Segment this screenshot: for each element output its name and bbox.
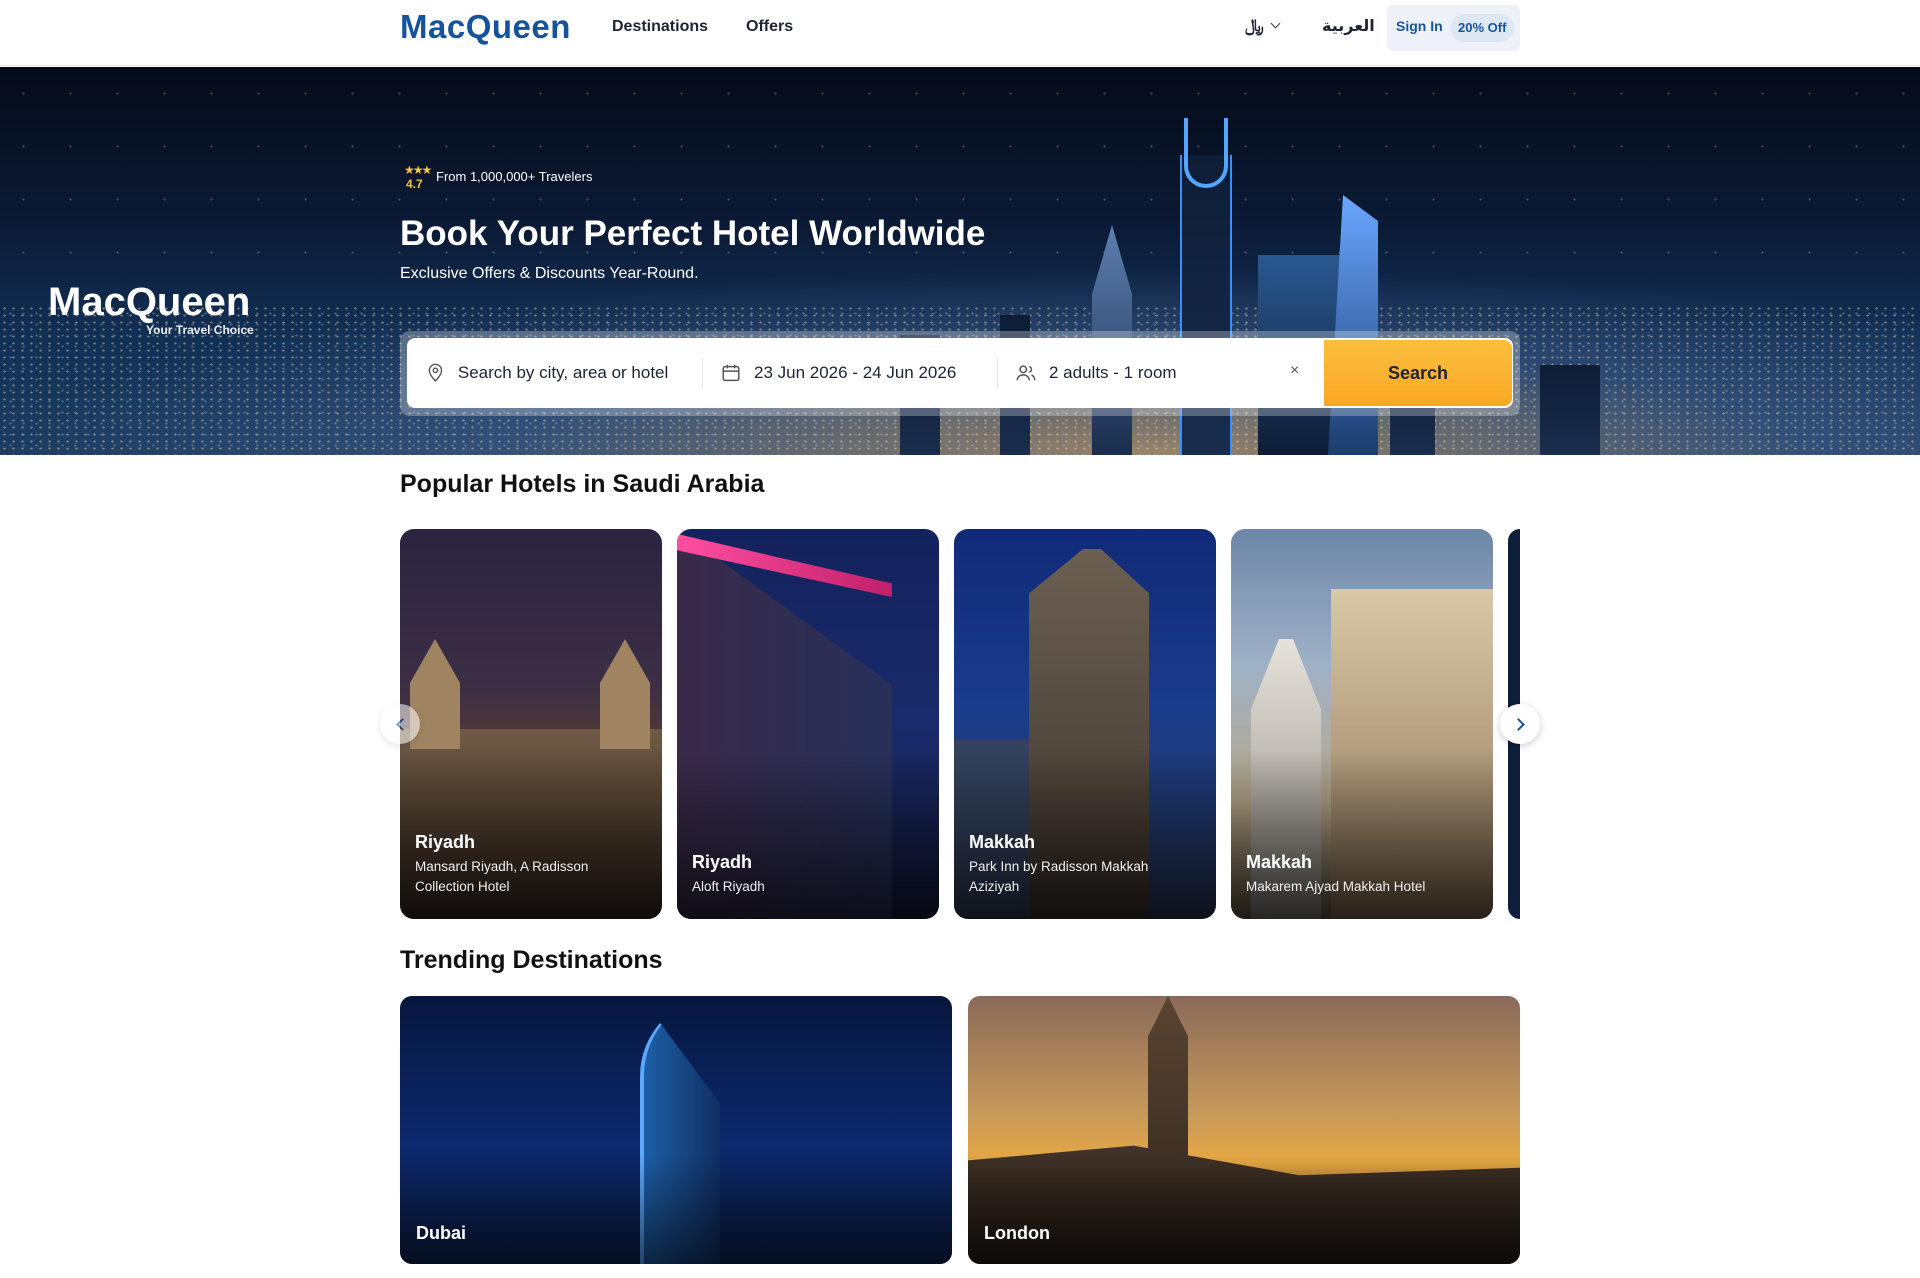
users-icon <box>1016 365 1036 381</box>
guests-summary: 2 adults - 1 room <box>1049 363 1177 382</box>
nav-offers[interactable]: Offers <box>746 18 793 36</box>
destination-card[interactable]: London <box>968 996 1520 1264</box>
hotel-name: Makarem Ajyad Makkah Hotel <box>1246 879 1426 894</box>
kingdom-tower-arch <box>1184 118 1228 188</box>
sign-in-button[interactable]: Sign In 20% Off <box>1387 5 1520 51</box>
hotel-city: Makkah <box>969 832 1036 852</box>
rating-text: From 1,000,000+ Travelers <box>436 169 593 184</box>
stars-icon: ★★★ <box>404 163 432 177</box>
clear-icon[interactable]: × <box>1290 362 1299 380</box>
hero-subtitle: Exclusive Offers & Discounts Year-Round. <box>400 265 699 282</box>
chevron-left-icon <box>395 717 409 731</box>
hero-title: Book Your Perfect Hotel Worldwide <box>400 214 986 253</box>
hotel-card[interactable]: Riyadh Aloft Riyadh <box>677 529 939 919</box>
sign-in-label: Sign In <box>1396 18 1443 34</box>
hotel-card[interactable]: Riyadh Mansard Riyadh, A Radisson Collec… <box>400 529 662 919</box>
hotel-image <box>600 639 650 749</box>
popular-hotels-title: Popular Hotels in Saudi Arabia <box>400 470 765 498</box>
destination-card[interactable]: Dubai <box>400 996 952 1264</box>
field-divider <box>997 358 998 388</box>
hotel-name: Aloft Riyadh <box>692 879 765 894</box>
location-input[interactable] <box>457 363 695 383</box>
hero-logo: MacQueen <box>48 280 251 324</box>
hotel-card[interactable]: Makkah Makarem Ajyad Makkah Hotel <box>1231 529 1493 919</box>
map-pin-icon <box>428 363 443 382</box>
carousel-prev-button[interactable] <box>380 704 420 744</box>
location-field[interactable] <box>425 338 695 408</box>
calendar-icon <box>722 364 740 382</box>
chevron-right-icon <box>1511 717 1525 731</box>
hotel-city: Makkah <box>1246 852 1313 872</box>
site-header: MacQueen Destinations Offers ﷼ العربية S… <box>0 0 1920 66</box>
hotel-card[interactable]: Makkah Park Inn by Radisson Makkah Azizi… <box>954 529 1216 919</box>
destination-name: Dubai <box>416 1223 467 1243</box>
language-switch[interactable]: العربية <box>1322 16 1375 36</box>
date-field[interactable]: 23 Jun 2026 - 24 Jun 2026 <box>720 338 990 408</box>
card-overlay <box>968 1154 1520 1264</box>
hero-tagline: Your Travel Choice <box>146 323 254 337</box>
chevron-down-icon[interactable] <box>1270 18 1281 29</box>
hotel-name: Park Inn by Radisson Makkah Aziziyah <box>969 859 1149 894</box>
trending-destinations-title: Trending Destinations <box>400 946 663 974</box>
carousel-next-button[interactable] <box>1500 704 1540 744</box>
hotel-name: Mansard Riyadh, A Radisson Collection Ho… <box>415 859 589 894</box>
brand-logo[interactable]: MacQueen <box>400 8 571 46</box>
rating-value: 4.7 <box>406 177 423 191</box>
hotel-city: Riyadh <box>692 852 753 872</box>
nav-destinations[interactable]: Destinations <box>612 18 708 36</box>
search-button[interactable]: Search <box>1324 340 1512 406</box>
field-divider <box>702 358 703 388</box>
card-overlay <box>400 1154 952 1264</box>
discount-badge: 20% Off <box>1450 14 1515 42</box>
hotel-city: Riyadh <box>415 832 476 852</box>
date-range: 23 Jun 2026 - 24 Jun 2026 <box>754 363 957 382</box>
currency-selector[interactable]: ﷼ <box>1245 16 1264 36</box>
skyline-building <box>1540 365 1600 455</box>
guests-field[interactable]: 2 adults - 1 room <box>1015 338 1275 408</box>
destination-name: London <box>984 1223 1050 1243</box>
